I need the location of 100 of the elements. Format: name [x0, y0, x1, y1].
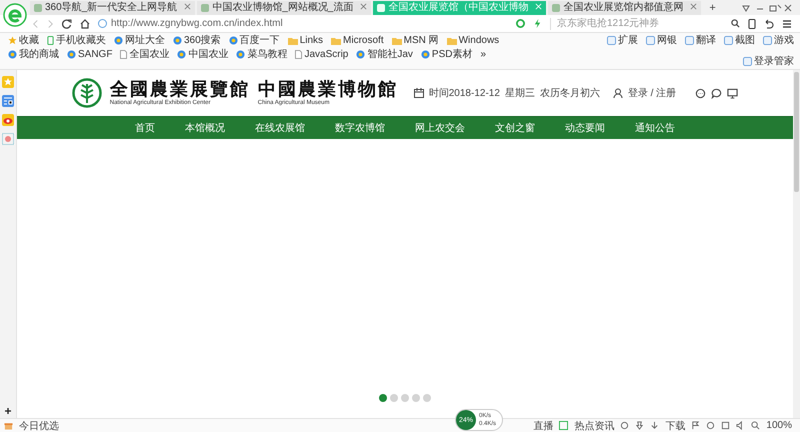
toolbar-item[interactable]: 翻译 [685, 34, 716, 47]
tool-icon [646, 36, 655, 45]
site-icon [420, 50, 430, 59]
zoom-level[interactable]: 100% [766, 420, 792, 431]
site-icon [552, 4, 560, 12]
tool-icon [685, 36, 694, 45]
add-button[interactable]: + [4, 404, 12, 418]
logo-title: 全國農業展覽館 [110, 80, 250, 100]
live-link[interactable]: 直播 [533, 418, 554, 432]
toolbar-item[interactable]: 登录管家 [743, 55, 794, 68]
bookmark-item[interactable]: 菜鸟教程 [236, 48, 288, 61]
close-icon[interactable] [690, 3, 698, 10]
bookmark-item[interactable]: 360搜索 [173, 34, 221, 47]
search-icon[interactable] [731, 19, 740, 28]
toolbar-item[interactable]: 网银 [646, 34, 677, 47]
nav-link[interactable]: 通知公告 [635, 121, 675, 135]
speech-bubble-icon[interactable] [711, 88, 722, 98]
star-icon[interactable] [2, 76, 14, 88]
close-icon[interactable] [360, 3, 368, 10]
browser-tab[interactable]: 全国农业展览馆内都值意网 [548, 1, 702, 15]
menu-icon[interactable] [782, 18, 792, 28]
nav-link[interactable]: 在线农展馆 [255, 121, 305, 135]
bookmark-item[interactable]: MSN 网 [392, 34, 439, 47]
window-controls-icon[interactable] [742, 4, 782, 12]
bookmark-item[interactable]: 我的商城 [8, 48, 59, 61]
tool-icon [724, 36, 733, 45]
carousel-dot[interactable] [401, 394, 409, 402]
toolbar-item[interactable]: 扩展 [607, 34, 638, 47]
carousel-dot[interactable] [390, 394, 398, 402]
news-icon[interactable] [2, 95, 14, 107]
weekday-text: 星期三 [504, 86, 535, 100]
page-icon [120, 50, 128, 59]
user-icon [612, 88, 623, 98]
nav-link[interactable]: 动态要闻 [565, 121, 605, 135]
bookmark-item[interactable]: 全国农业 [120, 48, 170, 61]
chat-icon[interactable] [695, 88, 706, 98]
today-picks-link[interactable]: 今日优选 [19, 418, 59, 432]
wheat-logo-icon [72, 78, 102, 108]
folder-icon [392, 36, 402, 44]
more-bookmarks[interactable]: » [480, 48, 486, 61]
folder-icon [446, 36, 457, 44]
flag-icon[interactable] [691, 421, 700, 430]
scrollbar[interactable] [793, 70, 800, 418]
new-tab-button[interactable]: + [703, 1, 722, 15]
bookmark-item[interactable]: 收藏 [8, 34, 39, 47]
address-field[interactable]: http://www.zgnybwg.com.cn/index.html [98, 18, 508, 29]
phone-icon [47, 36, 54, 45]
download-link[interactable]: 下载 [665, 418, 686, 432]
date-text: 时间2018-12-12 [428, 86, 500, 100]
site-icon [377, 4, 386, 12]
download-icon[interactable] [650, 421, 660, 430]
calendar-icon [414, 88, 424, 98]
bookmark-item[interactable]: Links [288, 34, 324, 47]
zoom-icon [751, 421, 760, 430]
nav-link[interactable]: 本馆概况 [185, 121, 225, 135]
browser-tab[interactable]: 360导航_新一代安全上网导航 [30, 1, 196, 15]
nav-link[interactable]: 数字农博馆 [335, 121, 385, 135]
close-icon[interactable] [784, 4, 792, 12]
hot-news-link[interactable]: 热点资讯 [574, 418, 614, 432]
tool-icon [763, 36, 772, 45]
bookmark-item[interactable]: 百度一下 [228, 34, 280, 47]
phone-icon[interactable] [748, 18, 756, 28]
bookmark-item[interactable]: JavaScrip [295, 48, 348, 61]
home-icon[interactable] [80, 18, 90, 28]
logo-title: 中國農業博物館 [258, 80, 398, 100]
eye-icon[interactable] [2, 114, 14, 126]
toolbar-item[interactable]: 游戏 [763, 34, 794, 47]
bookmark-item[interactable]: 网址大全 [114, 34, 165, 47]
window-icon[interactable] [721, 421, 730, 430]
carousel-dot[interactable] [423, 394, 431, 402]
browser-tab[interactable]: 中国农业博物馆_网站概况_流面 [197, 1, 372, 15]
nav-link[interactable]: 首页 [135, 121, 155, 135]
toolbar-item[interactable]: 截图 [724, 34, 755, 47]
carousel-dot[interactable] [412, 394, 420, 402]
reload-icon[interactable] [62, 18, 72, 28]
site-icon [34, 4, 42, 12]
bookmark-item[interactable]: 手机收藏夹 [47, 34, 106, 47]
news-icon [559, 421, 568, 430]
lunar-date-text: 农历冬月初六 [540, 86, 600, 100]
bookmark-item[interactable]: Windows [446, 34, 500, 47]
site-icon [114, 36, 123, 45]
gift-icon [4, 421, 13, 430]
bookmark-item[interactable]: Microsoft [331, 34, 384, 47]
lightning-icon [533, 19, 542, 28]
page-icon [295, 50, 302, 59]
tool-icon [743, 57, 752, 66]
site-icon [67, 50, 76, 59]
bookmark-item[interactable]: SANGF [67, 48, 112, 61]
carousel-dot[interactable] [379, 394, 387, 402]
login-link[interactable]: 登录 / 注册 [628, 86, 676, 100]
close-icon[interactable] [184, 3, 192, 10]
undo-icon[interactable] [764, 18, 774, 28]
nav-link[interactable]: 网上农交会 [415, 121, 465, 135]
bookmark-item[interactable]: 中国农业 [177, 48, 228, 61]
site-icon [8, 50, 17, 59]
bookmark-item[interactable]: PSD素材 [420, 48, 472, 61]
bookmark-item[interactable]: 智能社Jav [356, 48, 413, 61]
nav-link[interactable]: 文创之窗 [495, 121, 535, 135]
monitor-icon[interactable] [727, 88, 738, 98]
tool-icon [607, 36, 616, 45]
